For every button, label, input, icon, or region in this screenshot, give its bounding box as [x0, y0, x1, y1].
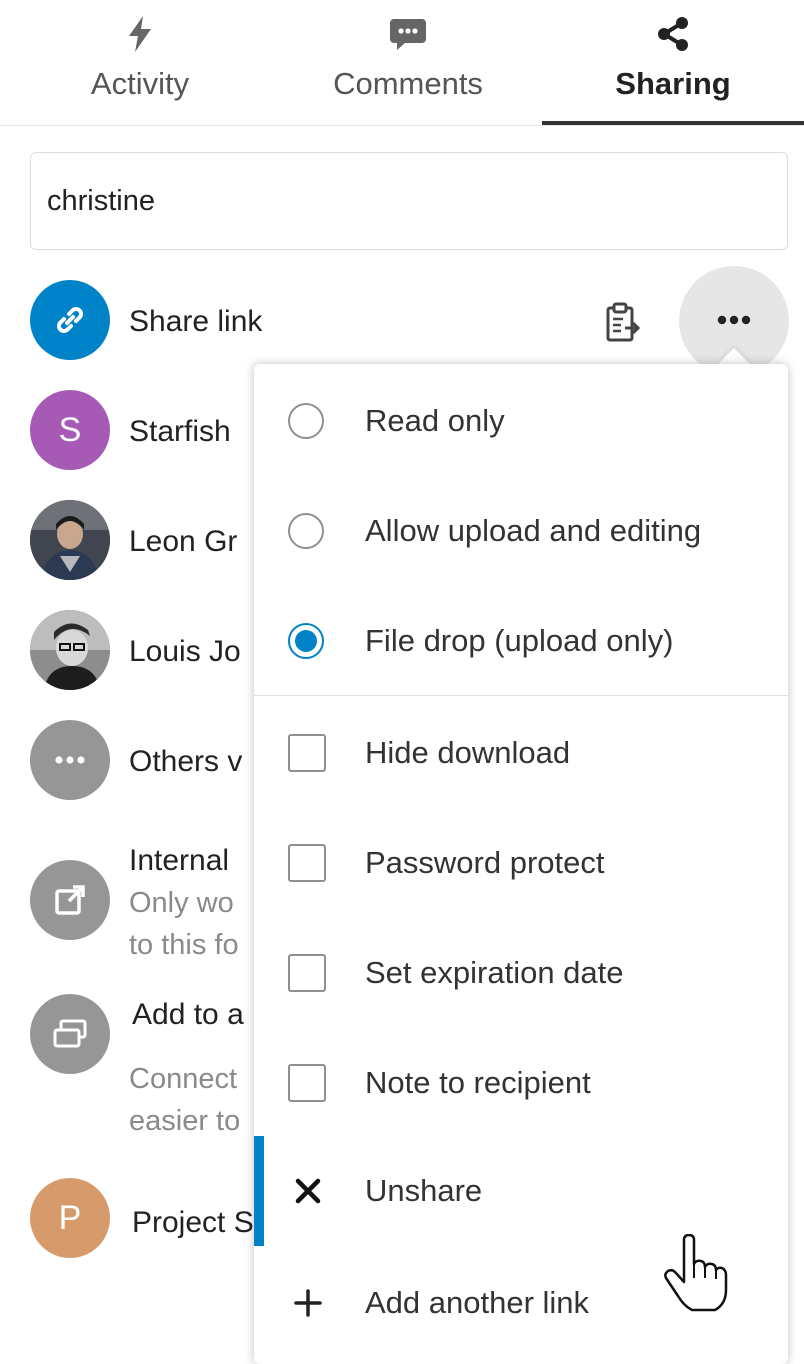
avatar	[30, 500, 110, 580]
radio-button[interactable]	[288, 513, 324, 549]
menu-arrow	[718, 348, 750, 364]
share-entry-label: Others v	[129, 745, 243, 778]
radio-file-drop[interactable]: File drop (upload only)	[254, 586, 788, 696]
checkbox-hide-download[interactable]: Hide download	[254, 698, 788, 808]
tab-sharing[interactable]: Sharing	[542, 0, 804, 125]
projects-icon	[30, 994, 110, 1074]
share-link-menu: Read only Allow upload and editing File …	[254, 364, 788, 1364]
clipboard-icon	[605, 302, 641, 349]
copy-link-button[interactable]	[598, 300, 648, 350]
checkbox-set-expiration-date[interactable]: Set expiration date	[254, 918, 788, 1028]
share-entry-label: Starfish	[129, 415, 231, 448]
internal-link-desc-2: to this fo	[129, 929, 239, 961]
checkbox[interactable]	[288, 954, 326, 992]
tab-comments[interactable]: Comments	[300, 0, 516, 125]
share-icon	[653, 14, 693, 54]
radio-button[interactable]	[288, 403, 324, 439]
radio-read-only[interactable]: Read only	[254, 366, 788, 476]
share-entry-label: Leon Gr	[129, 525, 238, 558]
link-icon	[30, 280, 110, 360]
checkbox[interactable]	[288, 844, 326, 882]
add-to-project-desc: Connect	[129, 1063, 238, 1095]
avatar: P	[30, 1178, 110, 1258]
tab-activity-label: Activity	[90, 66, 190, 101]
comment-icon	[388, 14, 428, 54]
avatar: S	[30, 390, 110, 470]
tab-sharing-label: Sharing	[615, 66, 731, 101]
radio-allow-upload-editing[interactable]: Allow upload and editing	[254, 476, 788, 586]
sidebar-tabs: Activity Comments Sharing	[0, 0, 804, 126]
menu-divider	[254, 695, 788, 696]
external-link-icon	[30, 860, 110, 940]
checkbox[interactable]	[288, 1064, 326, 1102]
project-entry-label: Project S	[132, 1206, 254, 1239]
share-link-label: Share link	[129, 305, 263, 338]
more-icon	[30, 720, 110, 800]
checkbox-note-to-recipient[interactable]: Note to recipient	[254, 1028, 788, 1138]
radio-button-checked[interactable]	[288, 623, 324, 659]
tab-activity[interactable]: Activity	[40, 0, 240, 125]
hand-cursor-icon	[660, 1233, 732, 1314]
avatar	[30, 610, 110, 690]
close-icon	[290, 1173, 326, 1209]
share-search-input[interactable]	[30, 152, 788, 250]
internal-link-label: Internal	[129, 844, 230, 877]
plus-icon	[290, 1285, 326, 1321]
activity-bolt-icon	[120, 14, 160, 54]
checkbox-password-protect[interactable]: Password protect	[254, 808, 788, 918]
checkbox[interactable]	[288, 734, 326, 772]
internal-link-desc: Only wo	[129, 887, 234, 919]
add-to-project-desc-2: easier to	[129, 1105, 241, 1137]
add-to-project-label: Add to a	[132, 998, 244, 1031]
unshare-button[interactable]: Unshare	[254, 1136, 788, 1246]
more-icon	[717, 312, 751, 330]
share-entry-label: Louis Jo	[129, 635, 241, 668]
tab-comments-label: Comments	[333, 66, 483, 101]
